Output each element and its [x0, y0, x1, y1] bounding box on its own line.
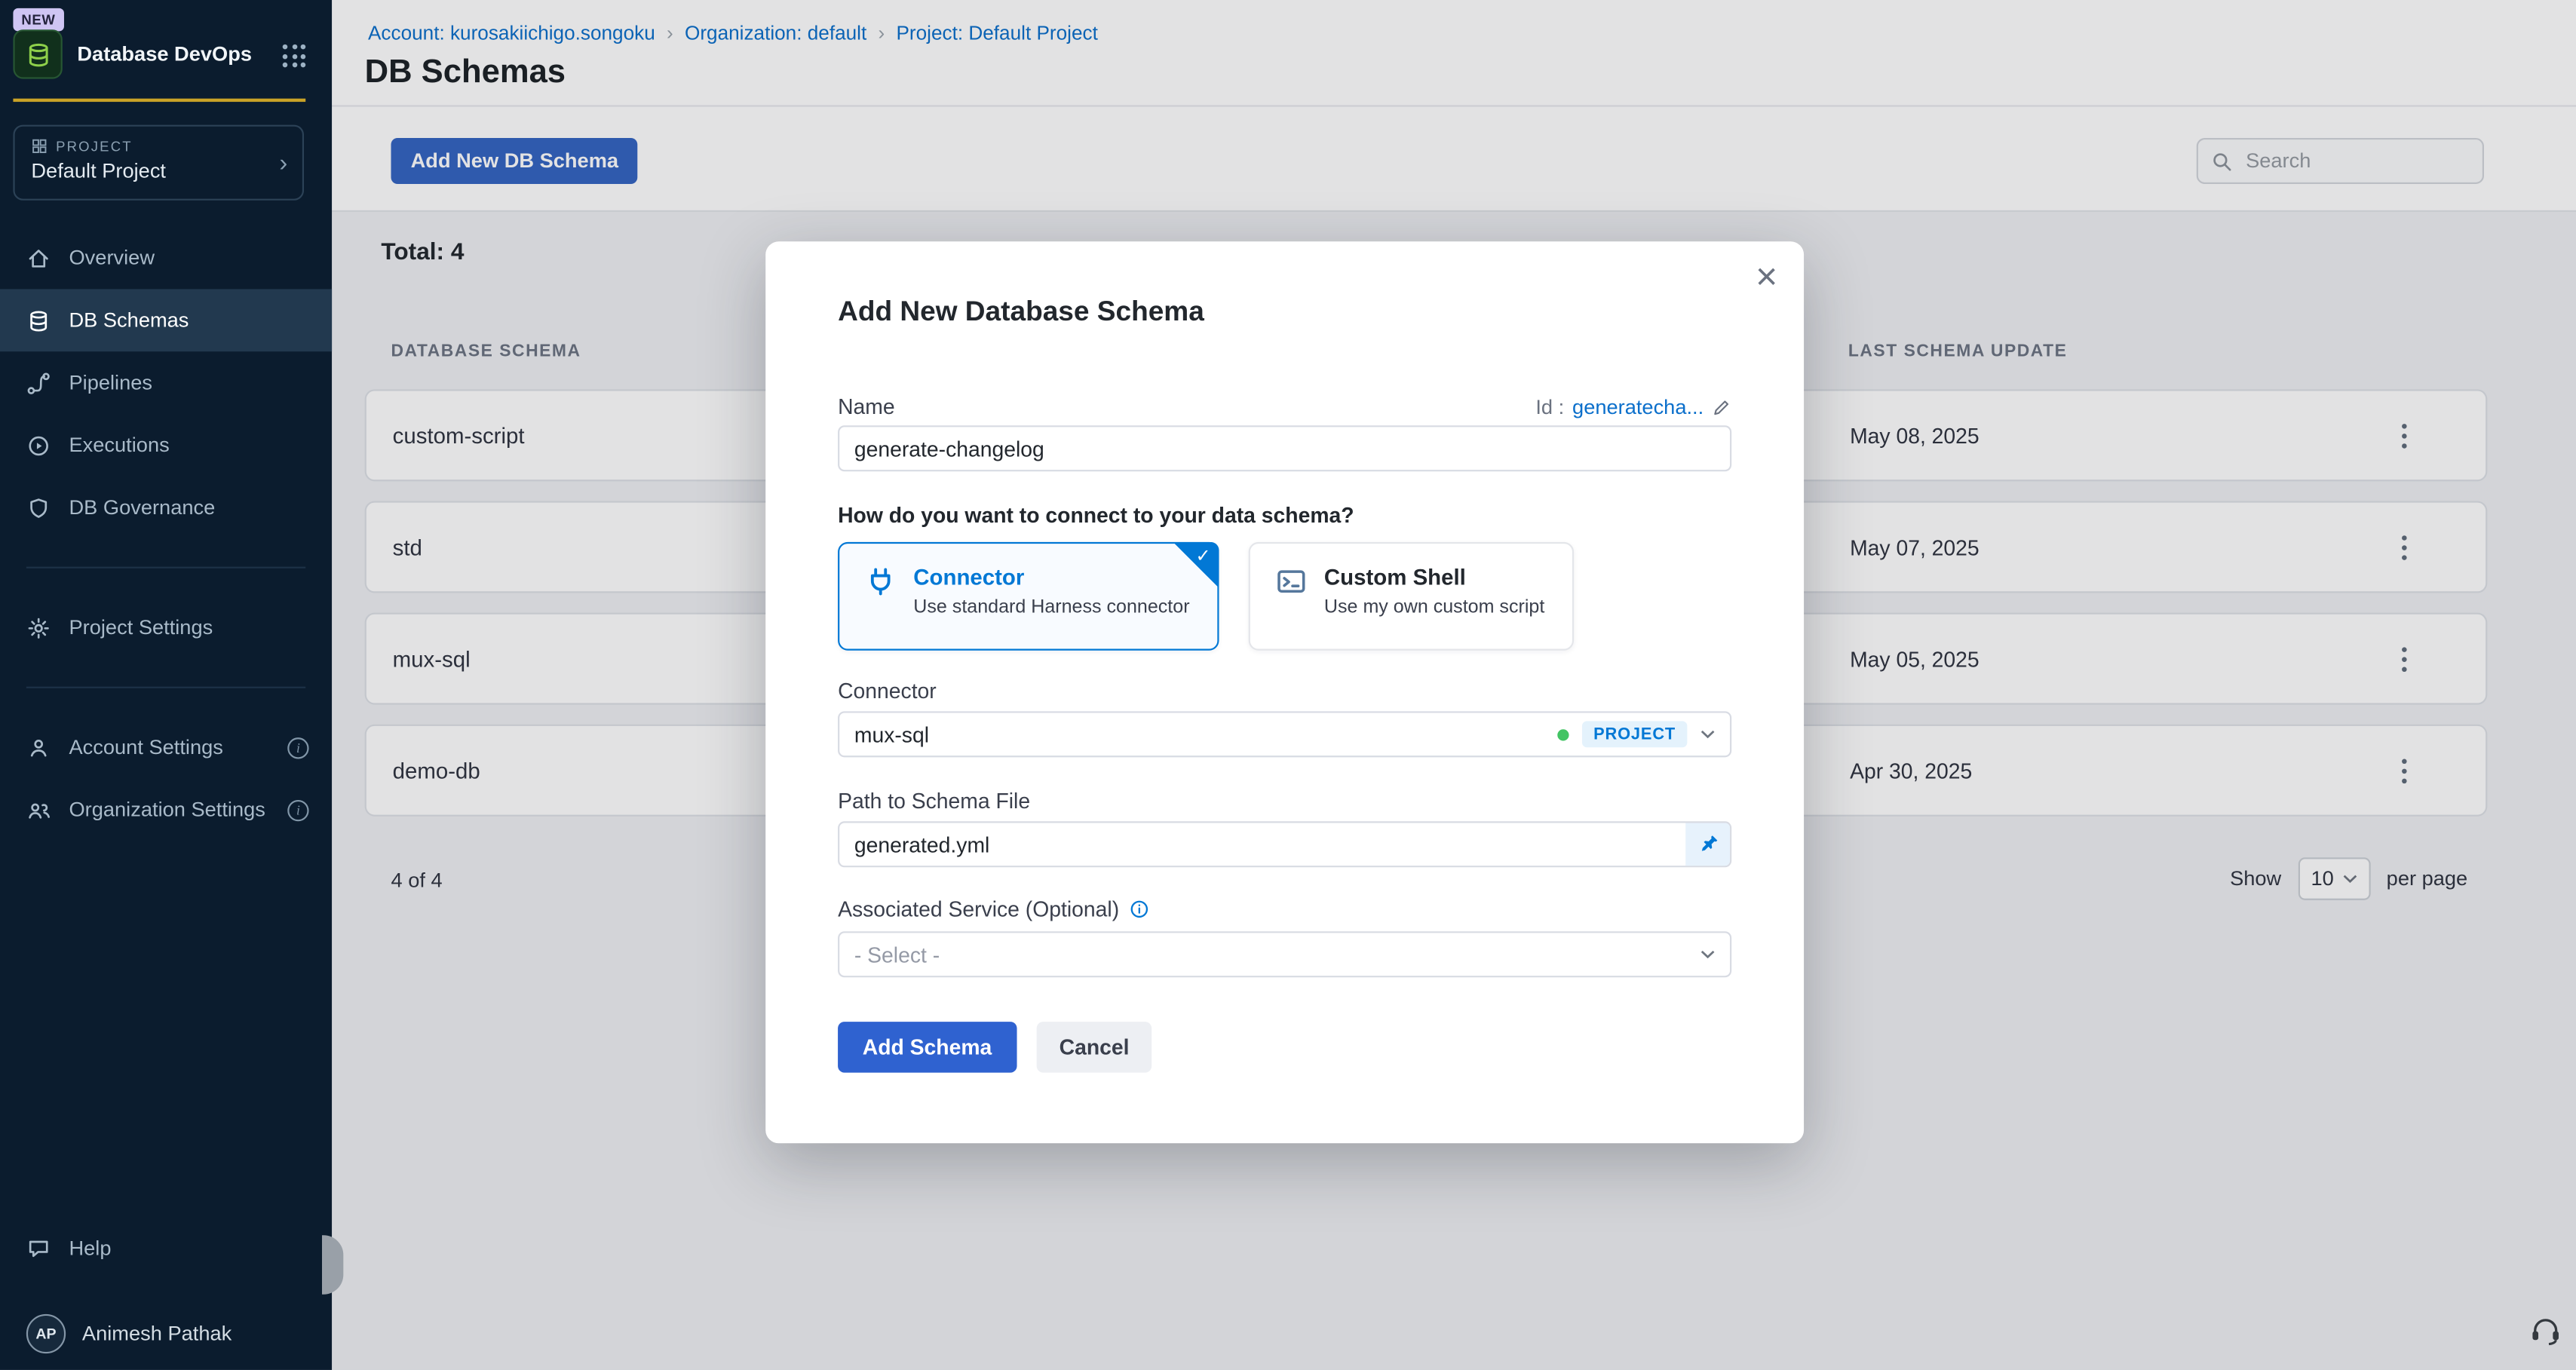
sidebar-item-label: Overview	[69, 247, 154, 270]
project-icon	[31, 138, 48, 155]
project-selector[interactable]: PROJECT Default Project ›	[13, 125, 304, 201]
sidebar-item-db-schemas[interactable]: DB Schemas	[0, 289, 332, 351]
connect-question: How do you want to connect to your data …	[838, 503, 1354, 528]
sidebar-item-label: Organization Settings	[69, 798, 265, 822]
sidebar-item-label: Help	[69, 1237, 111, 1260]
sidebar-divider	[26, 567, 305, 569]
service-select-right	[1700, 949, 1716, 959]
option-card-connector[interactable]: Connector Use standard Harness connector…	[838, 542, 1219, 651]
connectivity-status-dot	[1557, 728, 1569, 740]
brand: Database DevOps	[13, 29, 252, 78]
sidebar-item-label: Executions	[69, 434, 169, 456]
schema-id: Id : generatecha...	[1535, 395, 1731, 418]
add-schema-modal: × Add New Database Schema Name Id : gene…	[765, 241, 1804, 1143]
connector-select-right: PROJECT	[1557, 721, 1715, 747]
selected-check-icon: ✓	[1196, 545, 1211, 566]
option-card-text: Connector Use standard Harness connector	[913, 565, 1189, 648]
organization-settings-icon	[26, 798, 51, 823]
close-icon[interactable]: ×	[1756, 258, 1777, 296]
db-schemas-icon	[26, 308, 51, 333]
service-field-header: Associated Service (Optional)	[838, 896, 1150, 921]
service-label: Associated Service (Optional)	[838, 896, 1119, 921]
option-card-text: Custom Shell Use my own custom script	[1324, 565, 1544, 648]
sidebar-item-account-settings[interactable]: Account Settings i	[0, 716, 332, 779]
database-devops-logo-icon	[13, 29, 62, 78]
connection-options: Connector Use standard Harness connector…	[838, 542, 1574, 651]
avatar: AP	[26, 1314, 66, 1353]
path-label: Path to Schema File	[838, 789, 1030, 814]
sidebar-item-label: DB Governance	[69, 496, 215, 519]
module-grid-icon[interactable]	[283, 44, 305, 67]
sidebar-divider	[26, 687, 305, 688]
path-field	[838, 821, 1731, 867]
connector-label: Connector	[838, 679, 937, 703]
project-settings-icon	[26, 615, 51, 640]
connector-value: mux-sql	[854, 722, 929, 746]
sidebar-item-project-settings[interactable]: Project Settings	[0, 596, 332, 659]
chevron-down-icon	[1700, 729, 1716, 739]
account-settings-icon	[26, 735, 51, 760]
connector-plug-icon	[864, 565, 897, 598]
info-icon[interactable]	[1129, 899, 1150, 920]
help-section: Help	[0, 1217, 332, 1280]
gold-divider	[13, 99, 305, 102]
info-icon[interactable]: i	[287, 799, 308, 820]
path-input[interactable]	[838, 821, 1731, 867]
edit-pencil-icon[interactable]	[1712, 397, 1731, 416]
sidebar: NEW Database DevOps PROJECT	[0, 0, 332, 1370]
app-title: Database DevOps	[77, 43, 252, 66]
chevron-right-icon: ›	[279, 149, 287, 177]
app-root: NEW Database DevOps PROJECT	[0, 0, 2576, 1370]
executions-icon	[26, 433, 51, 458]
sidebar-item-pipelines[interactable]: Pipelines	[0, 351, 332, 414]
option-subtitle: Use standard Harness connector	[913, 598, 1189, 618]
help-icon	[26, 1236, 51, 1261]
add-schema-button[interactable]: Add Schema	[838, 1022, 1017, 1073]
id-prefix: Id :	[1535, 395, 1564, 418]
fixed-value-pin-icon[interactable]	[1685, 823, 1730, 866]
id-value-link[interactable]: generatecha...	[1572, 395, 1704, 418]
service-select[interactable]: - Select -	[838, 931, 1731, 977]
sidebar-item-label: Pipelines	[69, 371, 152, 394]
scope-badge: PROJECT	[1582, 721, 1688, 747]
project-selector-header: PROJECT	[31, 138, 286, 155]
new-badge: NEW	[13, 8, 63, 31]
user-menu[interactable]: AP Animesh Pathak	[0, 1303, 332, 1365]
sidebar-item-label: Project Settings	[69, 616, 213, 639]
name-field-header: Name Id : generatecha...	[838, 394, 1731, 419]
cancel-button[interactable]: Cancel	[1036, 1022, 1152, 1073]
custom-shell-terminal-icon	[1275, 565, 1308, 598]
chevron-down-icon	[1700, 949, 1716, 959]
connector-select[interactable]: mux-sql PROJECT	[838, 711, 1731, 757]
sidebar-item-help[interactable]: Help	[0, 1217, 332, 1280]
sidebar-item-label: DB Schemas	[69, 309, 189, 332]
name-input[interactable]	[838, 425, 1731, 471]
sidebar-item-executions[interactable]: Executions	[0, 414, 332, 477]
sidebar-item-organization-settings[interactable]: Organization Settings i	[0, 779, 332, 841]
modal-actions: Add Schema Cancel	[838, 1022, 1152, 1073]
project-name: Default Project	[31, 159, 286, 182]
modal-title: Add New Database Schema	[838, 296, 1204, 329]
pipelines-icon	[26, 370, 51, 395]
name-label: Name	[838, 394, 895, 419]
option-card-custom-shell[interactable]: Custom Shell Use my own custom script	[1249, 542, 1574, 651]
service-placeholder: - Select -	[854, 942, 940, 967]
option-title: Connector	[913, 565, 1189, 590]
overview-icon	[26, 246, 51, 271]
sidebar-item-label: Account Settings	[69, 736, 222, 759]
project-label: PROJECT	[56, 138, 133, 155]
sidebar-item-overview[interactable]: Overview	[0, 227, 332, 290]
sidebar-nav: Overview DB Schemas Pipelines Executions…	[0, 227, 332, 841]
option-title: Custom Shell	[1324, 565, 1544, 590]
sidebar-item-db-governance[interactable]: DB Governance	[0, 477, 332, 539]
info-icon[interactable]: i	[287, 737, 308, 758]
user-name: Animesh Pathak	[82, 1322, 232, 1346]
db-governance-icon	[26, 495, 51, 520]
option-subtitle: Use my own custom script	[1324, 598, 1544, 618]
